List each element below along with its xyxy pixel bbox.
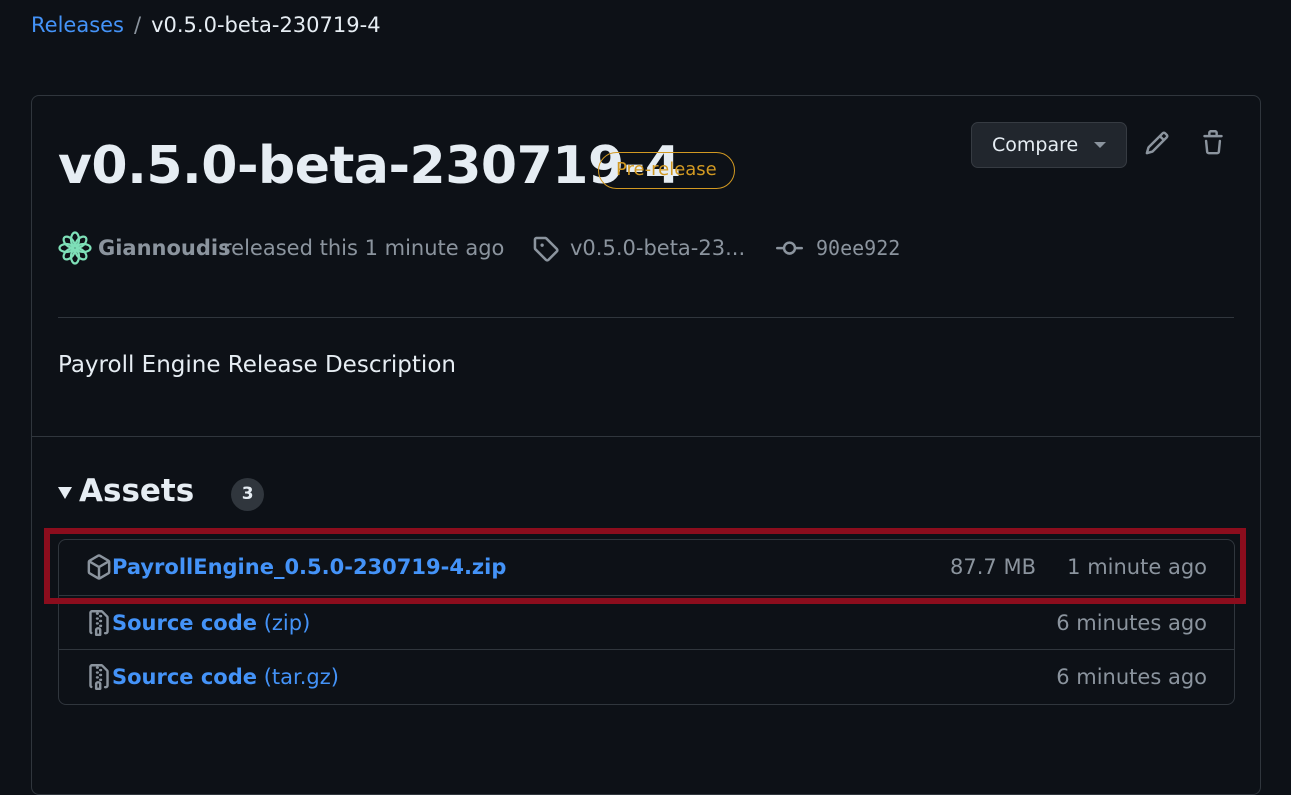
tag-link[interactable]: v0.5.0-beta-23...: [570, 231, 745, 265]
assets-label: Assets: [79, 473, 195, 509]
asset-size: 87.7 MB: [950, 555, 1036, 579]
release-description: Payroll Engine Release Description: [58, 352, 456, 378]
file-zip-icon: [89, 610, 109, 636]
asset-link[interactable]: Source code (zip): [112, 608, 310, 638]
prerelease-badge: Pre-release: [598, 152, 735, 189]
commit-icon: [776, 241, 803, 255]
tag-icon: [533, 236, 559, 262]
asset-time: 6 minutes ago: [1056, 665, 1207, 689]
asset-link[interactable]: Source code (tar.gz): [112, 662, 339, 692]
breadcrumb-separator: /: [134, 13, 142, 37]
file-zip-icon: [89, 664, 109, 690]
compare-label: Compare: [992, 134, 1079, 156]
triangle-down-icon: [58, 487, 72, 499]
compare-button[interactable]: Compare: [971, 122, 1127, 168]
assets-toggle[interactable]: Assets 3: [58, 471, 265, 511]
chevron-down-icon: [1094, 142, 1106, 148]
trash-icon: [1203, 130, 1223, 155]
assets-list: PayrollEngine_0.5.0-230719-4.zip 87.7 MB…: [58, 539, 1235, 705]
avatar[interactable]: [58, 231, 92, 265]
asset-row: Source code (tar.gz) 6 minutes ago: [59, 649, 1234, 704]
commit-link[interactable]: 90ee922: [816, 231, 900, 265]
delete-button[interactable]: [1198, 128, 1228, 158]
breadcrumb-releases-link[interactable]: Releases: [31, 10, 124, 40]
asset-link[interactable]: PayrollEngine_0.5.0-230719-4.zip: [112, 552, 506, 582]
asset-time: 1 minute ago: [1067, 555, 1207, 579]
asset-row: PayrollEngine_0.5.0-230719-4.zip 87.7 MB…: [59, 540, 1234, 595]
release-meta: Giannoudis released this 1 minute ago v0…: [58, 231, 1238, 265]
author-link[interactable]: Giannoudis: [98, 231, 231, 265]
pencil-icon: [1145, 131, 1169, 155]
asset-row: Source code (zip) 6 minutes ago: [59, 595, 1234, 650]
asset-time: 6 minutes ago: [1056, 611, 1207, 635]
package-icon: [87, 554, 111, 580]
divider: [32, 436, 1260, 437]
released-text: released this 1 minute ago: [223, 236, 505, 260]
release-title: v0.5.0-beta-230719-4: [58, 136, 681, 196]
release-card: v0.5.0-beta-230719-4 Pre-release Compare…: [31, 95, 1261, 795]
divider: [58, 317, 1234, 318]
breadcrumb-current: v0.5.0-beta-230719-4: [151, 13, 381, 37]
breadcrumb: Releases / v0.5.0-beta-230719-4: [31, 10, 381, 40]
edit-button[interactable]: [1142, 128, 1172, 158]
assets-count-badge: 3: [231, 477, 265, 511]
